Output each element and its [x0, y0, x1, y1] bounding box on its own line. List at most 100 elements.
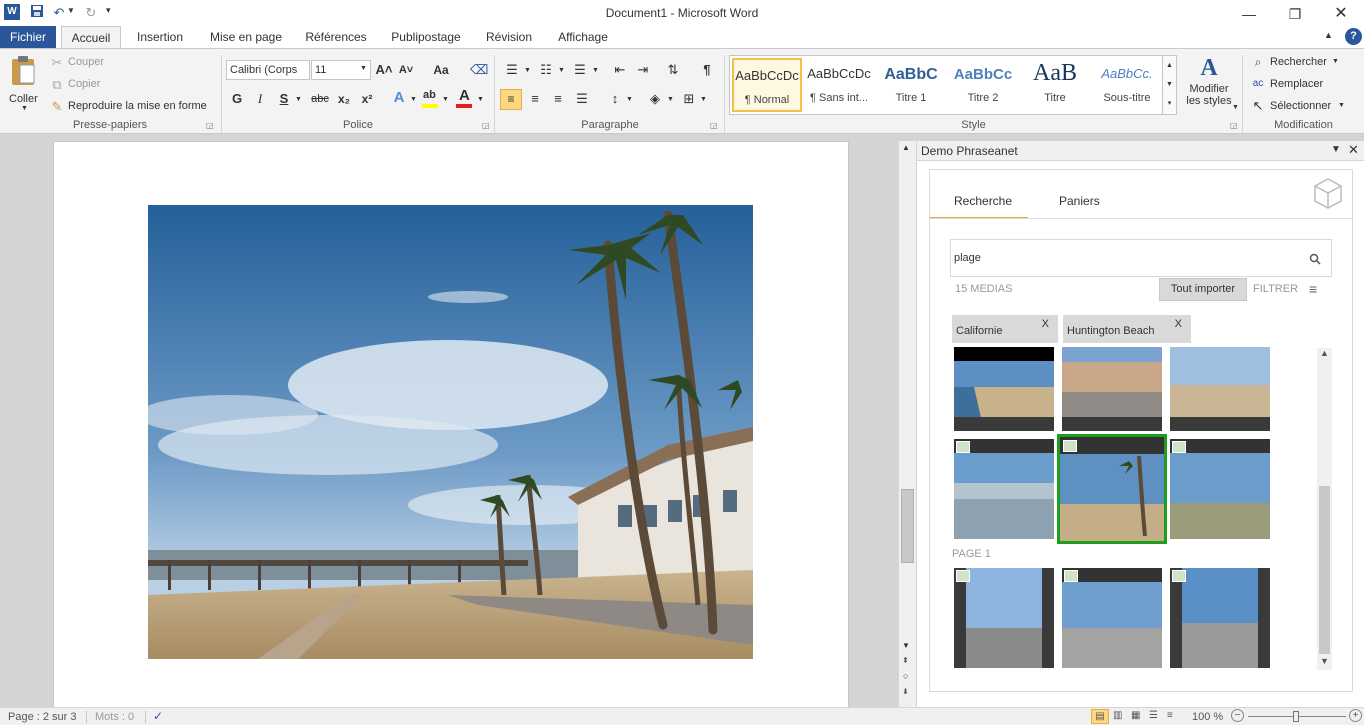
tab-fichier[interactable]: Fichier: [0, 26, 56, 48]
media-thumbnail[interactable]: [1170, 439, 1270, 539]
cut-button[interactable]: Couper: [68, 56, 104, 68]
media-thumbnail[interactable]: [1062, 347, 1162, 431]
shrink-font-icon[interactable]: A˅: [397, 61, 415, 79]
tab-insertion[interactable]: Insertion: [128, 26, 192, 48]
underline-dropdown-icon[interactable]: ▼: [295, 96, 302, 103]
strikethrough-button[interactable]: abc: [308, 90, 332, 108]
zoom-out-icon[interactable]: −: [1231, 709, 1244, 722]
zoom-in-icon[interactable]: +: [1349, 709, 1362, 722]
minimize-icon[interactable]: —: [1236, 4, 1262, 24]
scroll-thumb[interactable]: [1319, 486, 1330, 654]
borders-dropdown-icon[interactable]: ▼: [700, 96, 707, 103]
bullets-dropdown-icon[interactable]: ▼: [524, 67, 531, 74]
modify-styles-dropdown-icon[interactable]: ▼: [1232, 104, 1239, 111]
increase-indent-icon[interactable]: ⇥: [634, 61, 652, 79]
select-button[interactable]: Sélectionner: [1270, 100, 1331, 112]
media-thumbnail[interactable]: [1062, 568, 1162, 668]
tab-revision[interactable]: Révision: [480, 26, 538, 48]
gallery-scroll[interactable]: ▲ ▼ ▾: [1162, 56, 1176, 114]
scroll-up-icon[interactable]: ▲: [1320, 348, 1329, 358]
zoom-slider-thumb[interactable]: [1293, 711, 1299, 722]
shading-icon[interactable]: ◈: [646, 90, 664, 108]
font-launcher-icon[interactable]: ◲: [482, 121, 490, 130]
zoom-level[interactable]: 100 %: [1192, 711, 1223, 723]
scroll-down-icon[interactable]: ▼: [1320, 656, 1329, 666]
tab-accueil[interactable]: Accueil: [61, 26, 121, 48]
filter-button[interactable]: FILTRER: [1253, 283, 1298, 295]
select-dropdown-icon[interactable]: ▼: [1338, 102, 1345, 109]
zoom-slider[interactable]: [1248, 711, 1346, 722]
multilevel-list-icon[interactable]: ☰: [571, 61, 589, 79]
draft-icon[interactable]: ≡: [1167, 710, 1173, 721]
bold-button[interactable]: G: [229, 90, 245, 108]
import-all-button[interactable]: Tout importer: [1159, 278, 1247, 301]
results-scrollbar[interactable]: ▲ ▼: [1317, 348, 1332, 670]
search-input[interactable]: plage: [950, 239, 1332, 277]
find-dropdown-icon[interactable]: ▼: [1332, 58, 1339, 65]
highlight-icon[interactable]: ab: [421, 89, 439, 109]
modify-styles-button[interactable]: A Modifier les styles: [1181, 53, 1237, 117]
style-heading-1[interactable]: AaBbC Titre 1: [876, 58, 946, 112]
search-icon[interactable]: [1309, 253, 1321, 265]
outline-icon[interactable]: ☰: [1149, 710, 1158, 721]
media-thumbnail[interactable]: [954, 568, 1054, 668]
chip-remove-button[interactable]: X: [1042, 308, 1049, 340]
align-left-icon[interactable]: ≡: [500, 89, 522, 110]
word-count[interactable]: Mots : 0: [95, 711, 134, 723]
style-normal[interactable]: AaBbCcDc ¶ Normal: [732, 58, 802, 112]
close-icon[interactable]: ✕: [1328, 4, 1354, 24]
web-layout-icon[interactable]: ▦: [1131, 710, 1140, 721]
clear-formatting-icon[interactable]: ⌫: [470, 61, 488, 79]
sort-icon[interactable]: ⇅: [664, 61, 682, 79]
scroll-down-icon[interactable]: ▼: [902, 641, 910, 650]
font-size-dropdown-icon[interactable]: ▼: [360, 65, 367, 72]
bullets-icon[interactable]: ☰: [503, 61, 521, 79]
text-effects-icon[interactable]: A: [390, 89, 408, 107]
tab-affichage[interactable]: Affichage: [550, 26, 616, 48]
copy-button[interactable]: Copier: [68, 78, 100, 90]
print-layout-icon[interactable]: ▤: [1091, 709, 1109, 724]
subscript-button[interactable]: x₂: [335, 90, 353, 108]
change-case-icon[interactable]: Aa: [428, 61, 454, 79]
document-scrollbar[interactable]: ▲ ▼ ⇞ ○ ⇟: [898, 141, 916, 707]
scroll-up-icon[interactable]: ▲: [902, 143, 910, 152]
underline-button[interactable]: S: [276, 90, 292, 108]
align-center-icon[interactable]: ≡: [525, 90, 545, 108]
media-thumbnail[interactable]: [954, 347, 1054, 431]
paste-button[interactable]: Coller ▼: [6, 53, 44, 113]
format-painter-button[interactable]: Reproduire la mise en forme: [68, 100, 207, 112]
tab-publipostage[interactable]: Publipostage: [384, 26, 468, 48]
style-title[interactable]: AaB Titre: [1020, 58, 1090, 112]
numbering-dropdown-icon[interactable]: ▼: [558, 67, 565, 74]
media-thumbnail[interactable]: [1170, 568, 1270, 668]
restore-icon[interactable]: ❐: [1282, 4, 1308, 24]
tab-references[interactable]: Références: [300, 26, 372, 48]
browse-object-icon[interactable]: ○: [903, 671, 908, 681]
chip-remove-button[interactable]: X: [1175, 308, 1182, 340]
clipboard-launcher-icon[interactable]: ◲: [206, 121, 214, 130]
pane-close-icon[interactable]: ✕: [1348, 142, 1359, 158]
scroll-thumb[interactable]: [901, 489, 914, 563]
pane-options-icon[interactable]: ▼: [1331, 144, 1341, 155]
align-right-icon[interactable]: ≡: [548, 90, 568, 108]
font-name-select[interactable]: Calibri (Corps: [226, 60, 310, 80]
style-subtitle[interactable]: AaBbCc. Sous-titre: [1092, 58, 1162, 112]
help-icon[interactable]: ?: [1345, 28, 1362, 45]
prev-page-icon[interactable]: ⇞: [902, 656, 909, 665]
find-button[interactable]: Rechercher: [1270, 56, 1327, 68]
line-spacing-icon[interactable]: ↕: [606, 90, 624, 108]
multilevel-dropdown-icon[interactable]: ▼: [592, 67, 599, 74]
media-thumbnail[interactable]: [1170, 347, 1270, 431]
shading-dropdown-icon[interactable]: ▼: [667, 96, 674, 103]
pilcrow-icon[interactable]: ¶: [698, 61, 716, 79]
line-spacing-dropdown-icon[interactable]: ▼: [626, 96, 633, 103]
replace-button[interactable]: Remplacer: [1270, 78, 1323, 90]
tab-paniers[interactable]: Paniers: [1059, 194, 1100, 208]
menu-icon[interactable]: ≡: [1309, 281, 1317, 297]
text-effects-dropdown-icon[interactable]: ▼: [410, 96, 417, 103]
tab-recherche[interactable]: Recherche: [954, 194, 1012, 208]
font-color-icon[interactable]: A: [455, 87, 473, 109]
ribbon-collapse-icon[interactable]: ▲: [1324, 30, 1333, 40]
media-thumbnail[interactable]: [954, 439, 1054, 539]
beach-photo[interactable]: [148, 205, 753, 659]
